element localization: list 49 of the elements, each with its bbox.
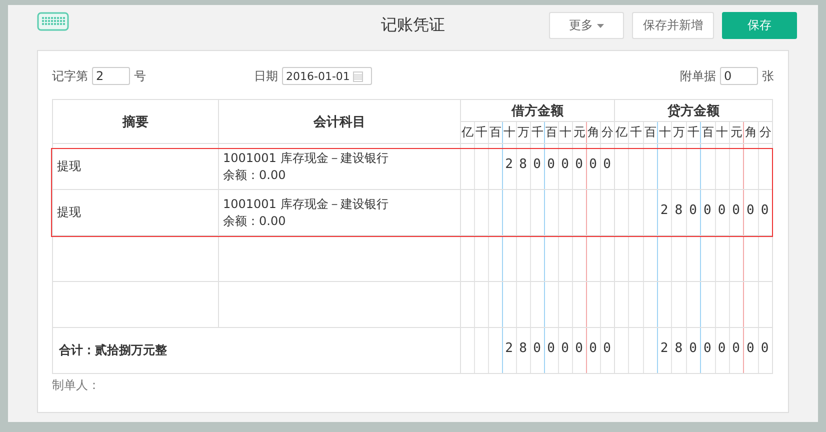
unit-header: 亿 [615, 122, 630, 143]
unit-header: 千 [686, 122, 702, 143]
unit-header: 百 [644, 122, 658, 143]
unit-header: 百 [545, 122, 559, 143]
date-label: 日期 [254, 68, 278, 84]
unit-header: 千 [475, 122, 489, 143]
window-title: 记账凭证 [381, 15, 445, 36]
account-balance: 余额：0.00 [223, 212, 287, 230]
more-button[interactable]: 更多 [549, 12, 624, 39]
column-header: 贷方金额 [614, 100, 772, 122]
voucher-number-suffix: 号 [134, 68, 146, 84]
unit-header: 十 [503, 122, 517, 143]
unit-header: 十 [716, 122, 730, 143]
summary-cell: 提现 [57, 159, 81, 173]
voucher-number-field[interactable]: 2 [92, 67, 130, 85]
amount-digits: 28000000 [505, 341, 618, 356]
attachment-label: 附单据 [680, 68, 716, 84]
attachment-suffix: 张 [762, 68, 774, 84]
amount-digits: 28000000 [660, 341, 776, 356]
unit-header: 百 [701, 122, 716, 143]
save-new-button[interactable]: 保存并新增 [632, 12, 714, 39]
maker-label: 制单人： [52, 377, 101, 394]
unit-header: 十 [658, 122, 672, 143]
unit-header: 角 [744, 122, 759, 143]
unit-header: 万 [517, 122, 531, 143]
unit-header: 分 [601, 124, 614, 141]
amount-digits: 28000000 [505, 157, 618, 172]
unit-header: 百 [489, 122, 503, 143]
unit-header: 元 [573, 122, 587, 143]
voucher-word-label: 记字第 [52, 68, 88, 84]
unit-header: 亿 [461, 122, 475, 143]
unit-header: 角 [587, 122, 601, 143]
account-balance: 余额：0.00 [223, 166, 287, 184]
unit-header: 千 [531, 122, 545, 143]
column-header: 摘要 [52, 100, 218, 144]
unit-header: 十 [559, 122, 573, 143]
account-name: 1001001 库存现金－建设银行 [223, 150, 390, 166]
account-name: 1001001 库存现金－建设银行 [223, 196, 390, 212]
column-header: 会计科目 [218, 100, 460, 144]
unit-header: 元 [730, 122, 744, 143]
unit-header: 千 [629, 122, 644, 143]
date-field[interactable]: 2016-01-01 [282, 67, 372, 85]
attachment-count-field[interactable]: 0 [720, 67, 758, 85]
unit-header: 万 [672, 122, 687, 143]
unit-header: 分 [758, 124, 772, 141]
summary-cell: 提现 [57, 205, 81, 219]
amount-digits: 28000000 [660, 203, 776, 218]
total-label: 合计：贰拾捌万元整 [59, 343, 167, 357]
column-header: 借方金额 [460, 100, 614, 122]
